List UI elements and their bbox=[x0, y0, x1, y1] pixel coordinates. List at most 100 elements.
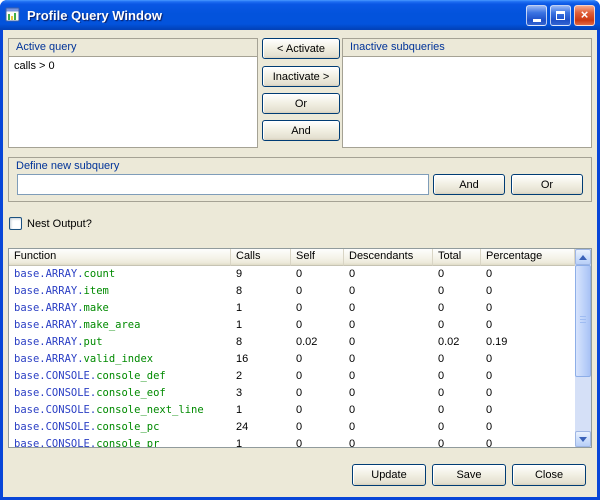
function-cell: base.CONSOLE.console_pc bbox=[9, 419, 231, 436]
close-icon: × bbox=[581, 6, 589, 24]
total-cell: 0 bbox=[433, 317, 481, 334]
minimize-icon bbox=[533, 19, 541, 22]
percentage-cell: 0 bbox=[481, 419, 575, 436]
function-feature: valid_index bbox=[84, 353, 154, 365]
inactive-subqueries-list[interactable] bbox=[343, 56, 591, 147]
column-header-self[interactable]: Self bbox=[291, 249, 344, 266]
table-header: Function Calls Self Descendants Total Pe… bbox=[9, 249, 575, 266]
table-row[interactable]: base.CONSOLE.console_def 2 0 0 0 0 bbox=[9, 368, 575, 385]
self-cell: 0 bbox=[291, 419, 344, 436]
self-cell: 0 bbox=[291, 300, 344, 317]
active-query-list[interactable]: calls > 0 bbox=[9, 56, 257, 147]
function-prefix: base.ARRAY. bbox=[14, 302, 84, 314]
vertical-scrollbar[interactable] bbox=[575, 249, 591, 447]
function-cell: base.ARRAY.count bbox=[9, 266, 231, 283]
table-row[interactable]: base.CONSOLE.console_pr 1 0 0 0 0 bbox=[9, 436, 575, 447]
self-cell: 0 bbox=[291, 402, 344, 419]
total-cell: 0 bbox=[433, 402, 481, 419]
descendants-cell: 0 bbox=[344, 300, 433, 317]
calls-cell: 9 bbox=[231, 266, 291, 283]
percentage-cell: 0 bbox=[481, 317, 575, 334]
function-feature: console_pc bbox=[96, 421, 159, 433]
self-cell: 0 bbox=[291, 317, 344, 334]
function-cell: base.CONSOLE.console_pr bbox=[9, 436, 231, 447]
table-row[interactable]: base.ARRAY.make 1 0 0 0 0 bbox=[9, 300, 575, 317]
function-feature: count bbox=[84, 268, 116, 280]
save-button[interactable]: Save bbox=[432, 464, 506, 486]
scrollbar-thumb[interactable] bbox=[575, 265, 591, 377]
subquery-input[interactable] bbox=[17, 174, 429, 195]
close-dialog-button[interactable]: Close bbox=[512, 464, 586, 486]
descendants-cell: 0 bbox=[344, 385, 433, 402]
function-prefix: base.CONSOLE. bbox=[14, 404, 96, 416]
function-feature: make bbox=[84, 302, 109, 314]
function-prefix: base.ARRAY. bbox=[14, 353, 84, 365]
active-query-group-label: Active query bbox=[16, 41, 77, 53]
function-cell: base.ARRAY.put bbox=[9, 334, 231, 351]
or-button[interactable]: Or bbox=[262, 93, 340, 114]
calls-cell: 1 bbox=[231, 317, 291, 334]
subquery-and-button[interactable]: And bbox=[433, 174, 505, 195]
calls-cell: 8 bbox=[231, 334, 291, 351]
table-row[interactable]: base.CONSOLE.console_next_line 1 0 0 0 0 bbox=[9, 402, 575, 419]
table-row[interactable]: base.ARRAY.count 9 0 0 0 0 bbox=[9, 266, 575, 283]
function-cell: base.ARRAY.make bbox=[9, 300, 231, 317]
define-subquery-label: Define new subquery bbox=[16, 160, 119, 172]
inactivate-button[interactable]: Inactivate > bbox=[262, 66, 340, 87]
function-prefix: base.ARRAY. bbox=[14, 336, 84, 348]
function-prefix: base.CONSOLE. bbox=[14, 387, 96, 399]
percentage-cell: 0 bbox=[481, 436, 575, 447]
subquery-or-button[interactable]: Or bbox=[511, 174, 583, 195]
function-feature: console_pr bbox=[96, 438, 159, 447]
function-cell: base.CONSOLE.console_def bbox=[9, 368, 231, 385]
calls-cell: 1 bbox=[231, 300, 291, 317]
scroll-down-button[interactable] bbox=[575, 431, 591, 447]
nest-output-checkbox[interactable] bbox=[9, 217, 22, 230]
descendants-cell: 0 bbox=[344, 283, 433, 300]
descendants-cell: 0 bbox=[344, 334, 433, 351]
profile-query-window: Profile Query Window × Active query call… bbox=[0, 0, 600, 500]
descendants-cell: 0 bbox=[344, 351, 433, 368]
dialog-body: Active query calls > 0 < Activate Inacti… bbox=[3, 30, 597, 497]
table-row[interactable]: base.ARRAY.item 8 0 0 0 0 bbox=[9, 283, 575, 300]
column-header-calls[interactable]: Calls bbox=[231, 249, 291, 266]
table-row[interactable]: base.ARRAY.put 8 0.02 0 0.02 0.19 bbox=[9, 334, 575, 351]
titlebar[interactable]: Profile Query Window × bbox=[0, 0, 600, 30]
nest-output-label[interactable]: Nest Output? bbox=[27, 218, 92, 230]
descendants-cell: 0 bbox=[344, 402, 433, 419]
activate-button[interactable]: < Activate bbox=[262, 38, 340, 59]
column-header-function[interactable]: Function bbox=[9, 249, 231, 266]
column-header-descendants[interactable]: Descendants bbox=[344, 249, 433, 266]
maximize-button[interactable] bbox=[550, 5, 571, 26]
table-row[interactable]: base.CONSOLE.console_eof 3 0 0 0 0 bbox=[9, 385, 575, 402]
column-header-percentage[interactable]: Percentage bbox=[481, 249, 575, 266]
percentage-cell: 0 bbox=[481, 385, 575, 402]
function-prefix: base.CONSOLE. bbox=[14, 438, 96, 447]
function-feature: console_eof bbox=[96, 387, 166, 399]
total-cell: 0 bbox=[433, 436, 481, 447]
total-cell: 0 bbox=[433, 385, 481, 402]
function-prefix: base.CONSOLE. bbox=[14, 421, 96, 433]
minimize-button[interactable] bbox=[526, 5, 547, 26]
update-button[interactable]: Update bbox=[352, 464, 426, 486]
and-button[interactable]: And bbox=[262, 120, 340, 141]
calls-cell: 2 bbox=[231, 368, 291, 385]
total-cell: 0 bbox=[433, 419, 481, 436]
arrow-down-icon bbox=[579, 437, 587, 442]
function-feature: item bbox=[84, 285, 109, 297]
profile-table: Function Calls Self Descendants Total Pe… bbox=[8, 248, 592, 448]
active-query-item[interactable]: calls > 0 bbox=[9, 57, 257, 75]
arrow-up-icon bbox=[579, 255, 587, 260]
table-row[interactable]: base.CONSOLE.console_pc 24 0 0 0 0 bbox=[9, 419, 575, 436]
column-header-total[interactable]: Total bbox=[433, 249, 481, 266]
scroll-up-button[interactable] bbox=[575, 249, 591, 265]
inactive-subqueries-group: Inactive subqueries bbox=[342, 38, 592, 148]
table-row[interactable]: base.ARRAY.valid_index 16 0 0 0 0 bbox=[9, 351, 575, 368]
table-row[interactable]: base.ARRAY.make_area 1 0 0 0 0 bbox=[9, 317, 575, 334]
window-icon[interactable] bbox=[5, 7, 21, 23]
function-cell: base.ARRAY.item bbox=[9, 283, 231, 300]
table-body: base.ARRAY.count 9 0 0 0 0 base.ARRAY.it… bbox=[9, 266, 575, 447]
close-button[interactable]: × bbox=[574, 5, 595, 26]
percentage-cell: 0.19 bbox=[481, 334, 575, 351]
total-cell: 0 bbox=[433, 368, 481, 385]
